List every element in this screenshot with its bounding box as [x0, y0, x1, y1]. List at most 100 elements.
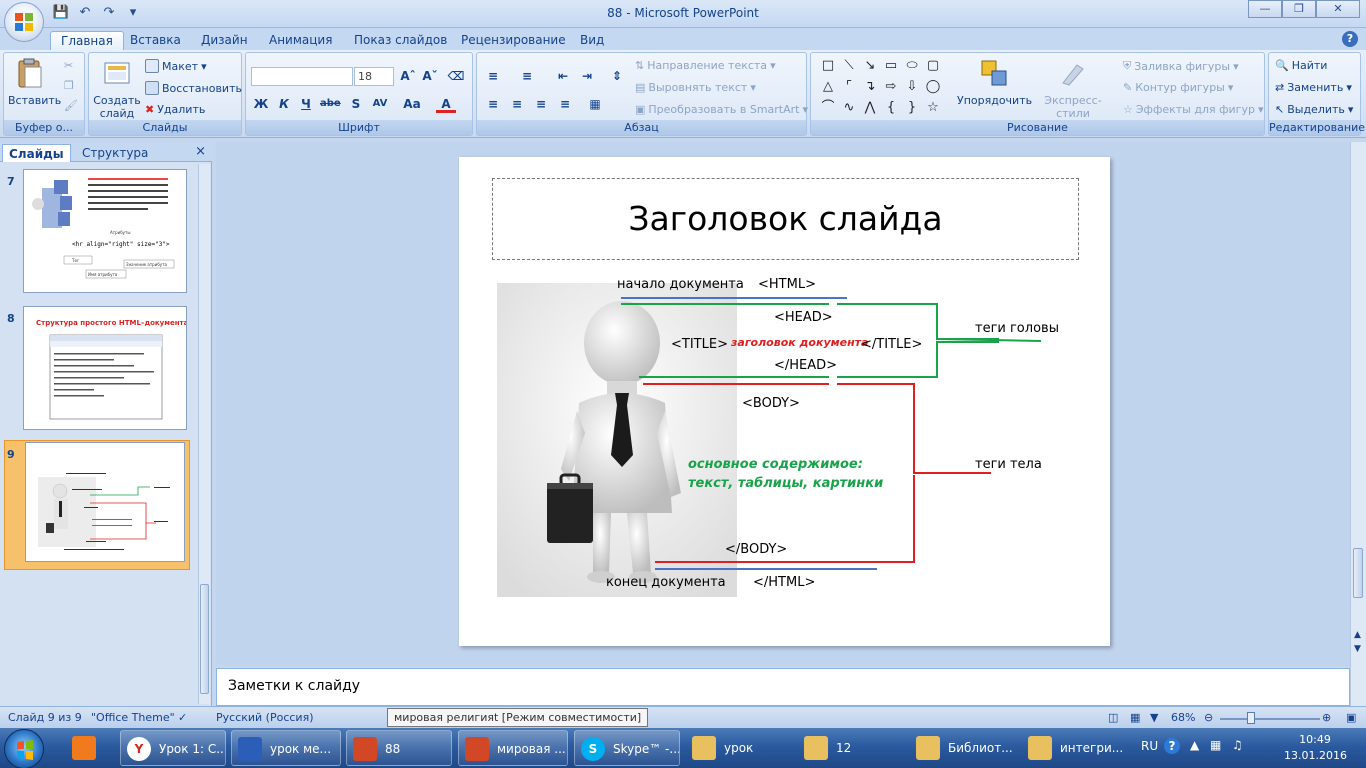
help-tray-icon[interactable]: ? [1164, 738, 1180, 754]
new-slide-button[interactable]: Создать слайд [93, 57, 141, 120]
format-painter-icon[interactable]: 🖌 [64, 99, 78, 112]
rectangle-shape-icon[interactable]: ▭ [881, 56, 901, 76]
decrease-indent-icon[interactable]: ⇤ [553, 67, 573, 85]
tab-design[interactable]: Дизайн [191, 31, 258, 50]
cut-icon[interactable]: ✂ [64, 59, 73, 72]
start-button[interactable] [4, 729, 44, 768]
right-brace-shape-icon[interactable]: } [902, 98, 922, 118]
tab-slideshow[interactable]: Показ слайдов [344, 31, 457, 50]
zoom-in-icon[interactable]: ⊕ [1322, 711, 1331, 724]
shape-fill-button[interactable]: ⛨ Заливка фигуры ▾ [1123, 59, 1239, 73]
taskbar-item-skype[interactable]: S Skype™ -... [574, 730, 680, 766]
font-name-box[interactable] [251, 67, 353, 86]
minimize-button[interactable]: — [1248, 0, 1282, 18]
slide-canvas[interactable]: Заголовок слайда начало документа <HTML>… [459, 157, 1110, 646]
columns-icon[interactable]: ▦ [585, 95, 605, 113]
fit-window-icon[interactable]: ▣ [1346, 711, 1356, 724]
reset-button[interactable]: Восстановить [145, 81, 242, 95]
zoom-out-icon[interactable]: ⊖ [1204, 711, 1213, 724]
slide-thumbnail-9[interactable] [25, 442, 185, 562]
quick-styles-button[interactable]: Экспресс-стили [1033, 57, 1113, 120]
justify-icon[interactable]: ≡ [555, 95, 575, 113]
elbow-connector-shape-icon[interactable]: ⌜ [839, 77, 859, 97]
taskbar-item-word[interactable]: урок ме... [231, 730, 341, 766]
sorter-view-icon[interactable]: ▦ [1130, 711, 1140, 724]
taskbar-item-yandex[interactable]: Y Урок 1: С... [120, 730, 226, 766]
italic-button[interactable]: К [274, 95, 294, 113]
align-text-button[interactable]: ▤ Выровнять текст ▾ [635, 81, 756, 94]
prev-slide-icon[interactable]: ▲ [1354, 630, 1361, 640]
shapes-gallery[interactable]: □ ⟍ ↘ ▭ ⬭ ▢ △ ⌜ ↴ ⇨ ⇩ ◯ ⌒ ∿ ⋀ { } ☆ [818, 56, 946, 118]
numbering-icon[interactable]: ≡ [517, 67, 537, 85]
clock[interactable]: 10:49 13.01.2016 [1284, 732, 1347, 764]
find-button[interactable]: 🔍 Найти [1275, 59, 1327, 72]
grow-font-button[interactable]: Aˆ [398, 67, 418, 85]
change-case-button[interactable]: Aa [402, 95, 422, 113]
editor-scroll-thumb[interactable] [1353, 548, 1363, 598]
show-hidden-icons[interactable]: ▲ [1190, 738, 1199, 752]
rounded-rect-shape-icon[interactable]: ▢ [923, 56, 943, 76]
smartart-button[interactable]: ▣ Преобразовать в SmartArt ▾ [635, 103, 808, 116]
char-spacing-button[interactable]: AV [370, 95, 390, 113]
down-arrow-shape-icon[interactable]: ⇩ [902, 77, 922, 97]
taskbar-item-pp-88[interactable]: 88 [346, 730, 452, 766]
next-slide-icon[interactable]: ▼ [1354, 644, 1361, 654]
left-brace-shape-icon[interactable]: { [881, 98, 901, 118]
tab-home[interactable]: Главная [50, 31, 124, 50]
increase-indent-icon[interactable]: ⇥ [577, 67, 597, 85]
elbow-arrow-shape-icon[interactable]: ↴ [860, 77, 880, 97]
paste-button[interactable]: Вставить [8, 57, 61, 107]
tab-outline[interactable]: Структура [76, 144, 154, 162]
zoom-slider-track[interactable] [1220, 718, 1320, 720]
taskbar-item-folder-urok[interactable]: урок [686, 730, 794, 766]
textbox-shape-icon[interactable]: □ [818, 56, 838, 76]
language-indicator[interactable]: Русский (Россия) [216, 711, 314, 724]
text-direction-button[interactable]: ⇅ Направление текста ▾ [635, 59, 776, 72]
bold-button[interactable]: Ж [251, 95, 271, 113]
shrink-font-button[interactable]: Aˇ [420, 67, 440, 85]
arrange-button[interactable]: Упорядочить [957, 57, 1032, 107]
shape-effects-button[interactable]: ☆ Эффекты для фигур ▾ [1123, 103, 1263, 116]
arc-shape-icon[interactable]: ⌒ [818, 98, 838, 118]
align-center-icon[interactable]: ≡ [507, 95, 527, 113]
align-left-icon[interactable]: ≡ [483, 95, 503, 113]
strikethrough-button[interactable]: abe [320, 95, 341, 113]
maximize-button[interactable]: ❐ [1282, 0, 1316, 18]
spellcheck-icon[interactable]: ✓ [178, 711, 187, 724]
close-button[interactable]: ✕ [1316, 0, 1360, 18]
oval-shape-icon[interactable]: ⬭ [902, 56, 922, 76]
tab-insert[interactable]: Вставка [120, 31, 191, 50]
bullets-icon[interactable]: ≡ [483, 67, 503, 85]
taskbar-item-library[interactable]: Библиот... [910, 730, 1018, 766]
clear-format-button[interactable]: ⌫ [446, 67, 466, 85]
line-shape-icon[interactable]: ⟍ [839, 56, 859, 76]
font-color-button[interactable]: A [436, 95, 456, 113]
align-right-icon[interactable]: ≡ [531, 95, 551, 113]
tab-slides[interactable]: Слайды [2, 144, 71, 162]
zoom-level[interactable]: 68% [1171, 711, 1195, 724]
freeform-shape-icon[interactable]: ⋀ [860, 98, 880, 118]
star-shape-icon[interactable]: ☆ [923, 98, 943, 118]
taskbar-media-player[interactable] [66, 730, 106, 766]
office-button[interactable] [4, 2, 44, 42]
slideshow-view-icon[interactable]: ▼ [1150, 711, 1158, 724]
line-spacing-icon[interactable]: ⇕ [607, 67, 627, 85]
editor-scrollbar[interactable]: ▲ ▼ [1350, 142, 1366, 706]
volume-icon[interactable]: ♫ [1232, 738, 1243, 752]
tab-view[interactable]: Вид [570, 31, 614, 50]
shadow-button[interactable]: S [346, 95, 366, 113]
close-pane-icon[interactable]: × [195, 144, 206, 159]
zoom-slider-knob[interactable] [1247, 712, 1255, 724]
slide-thumbnail-7[interactable]: Атрибуты <hr align="right" size="3"> Тег… [23, 169, 187, 293]
triangle-shape-icon[interactable]: △ [818, 77, 838, 97]
help-icon[interactable]: ? [1342, 31, 1358, 47]
notes-pane[interactable]: Заметки к слайду [216, 668, 1350, 706]
slides-pane-scroll-thumb[interactable] [200, 584, 209, 694]
shape-outline-button[interactable]: ✎ Контур фигуры ▾ [1123, 81, 1233, 94]
select-button[interactable]: ↖ Выделить ▾ [1275, 103, 1353, 116]
taskbar-item-folder-12[interactable]: 12 [798, 730, 906, 766]
slide-thumbnail-8[interactable]: Структура простого HTML–документа : [23, 306, 187, 430]
curve-shape-icon[interactable]: ∿ [839, 98, 859, 118]
copy-icon[interactable]: ❐ [64, 79, 74, 92]
delete-slide-button[interactable]: ✖ Удалить [145, 103, 205, 116]
